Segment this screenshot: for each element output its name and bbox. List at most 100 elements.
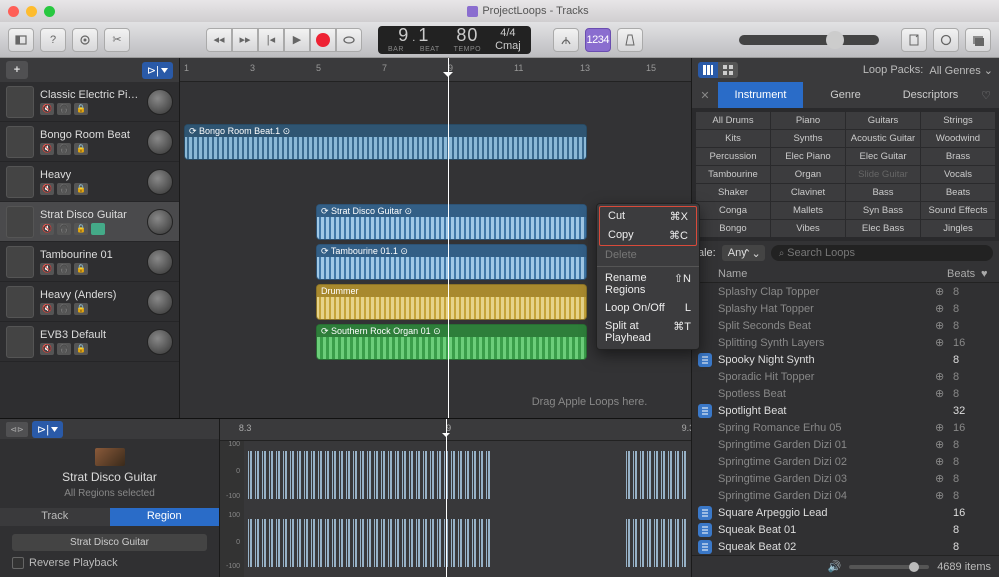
loop-category[interactable]: Elec Bass	[846, 220, 920, 237]
mute-button[interactable]: 🔇	[40, 103, 54, 115]
region[interactable]: ⟳ Strat Disco Guitar ⊙	[316, 204, 587, 240]
loop-category[interactable]: Acoustic Guitar	[846, 130, 920, 147]
loop-row[interactable]: Spring Romance Erhu 05 ⊕ 16	[692, 419, 999, 436]
volume-knob[interactable]	[147, 169, 173, 195]
loop-row[interactable]: Split Seconds Beat ⊕ 8	[692, 317, 999, 334]
loop-category[interactable]: Elec Piano	[771, 148, 845, 165]
download-icon[interactable]: ⊕	[935, 319, 947, 332]
column-view-icon[interactable]	[698, 62, 718, 78]
loop-category[interactable]: Sound Effects	[921, 202, 995, 219]
loop-category[interactable]: Bongo	[696, 220, 770, 237]
loop-category[interactable]: Vibes	[771, 220, 845, 237]
download-icon[interactable]: ⊕	[935, 302, 947, 315]
button-view-icon[interactable]	[718, 62, 738, 78]
loop-category[interactable]: Strings	[921, 112, 995, 129]
scale-select[interactable]: Any ⌃⌄	[722, 245, 765, 261]
loop-browser-tab[interactable]: Genre	[803, 82, 888, 108]
loop-category[interactable]: All Drums	[696, 112, 770, 129]
close-loops-button[interactable]: ✕	[692, 82, 718, 108]
loop-row[interactable]: Splashy Clap Topper ⊕ 8	[692, 283, 999, 300]
metronome-button[interactable]	[617, 28, 643, 52]
download-icon[interactable]: ⊕	[935, 472, 947, 485]
notepad-button[interactable]	[901, 28, 927, 52]
master-volume-slider[interactable]	[739, 35, 879, 45]
loop-col-beats[interactable]: Beats	[947, 268, 977, 280]
loop-category[interactable]: Organ	[771, 166, 845, 183]
download-icon[interactable]: ⊕	[935, 421, 947, 434]
loop-row[interactable]: Squeak Beat 02 8	[692, 538, 999, 555]
loop-row[interactable]: Springtime Garden Dizi 02 ⊕ 8	[692, 453, 999, 470]
loop-category[interactable]: Vocals	[921, 166, 995, 183]
mute-button[interactable]: 🔇	[40, 143, 54, 155]
media-browser-button[interactable]	[965, 28, 991, 52]
loop-category[interactable]: Tambourine	[696, 166, 770, 183]
track-header[interactable]: Classic Electric Piano 🔇 🎧 🔒	[0, 82, 179, 122]
editor-tab[interactable]: Track	[0, 508, 110, 526]
track-header[interactable]: Heavy 🔇 🎧 🔒	[0, 162, 179, 202]
mute-button[interactable]: 🔇	[40, 223, 54, 235]
loop-browser-tab[interactable]: Instrument	[718, 82, 803, 108]
loop-browser-tab[interactable]: Descriptors	[888, 82, 973, 108]
context-menu-item[interactable]: Split at Playhead⌘T	[597, 317, 699, 347]
lock-button[interactable]: 🔒	[74, 143, 88, 155]
input-monitor[interactable]	[91, 223, 105, 235]
loop-row[interactable]: Square Arpeggio Lead 16	[692, 504, 999, 521]
loop-category[interactable]: Mallets	[771, 202, 845, 219]
loop-row[interactable]: Splitting Synth Layers ⊕ 16	[692, 334, 999, 351]
region[interactable]: ⟳ Southern Rock Organ 01 ⊙	[316, 324, 587, 360]
minimize-window-icon[interactable]	[26, 6, 37, 17]
loop-category[interactable]: Piano	[771, 112, 845, 129]
play-button[interactable]: ▶	[284, 28, 310, 52]
reverse-playback-checkbox[interactable]: Reverse Playback	[12, 557, 207, 569]
loop-row[interactable]: Springtime Garden Dizi 04 ⊕ 8	[692, 487, 999, 504]
solo-button[interactable]: 🎧	[57, 343, 71, 355]
volume-knob[interactable]	[147, 289, 173, 315]
loop-view-segmented[interactable]	[698, 62, 738, 78]
loop-category[interactable]: Guitars	[846, 112, 920, 129]
loop-category[interactable]: Elec Guitar	[846, 148, 920, 165]
loop-row[interactable]: Spotlight Beat 32	[692, 402, 999, 419]
favorites-button[interactable]: ♡	[973, 82, 999, 108]
loop-row[interactable]: Springtime Garden Dizi 01 ⊕ 8	[692, 436, 999, 453]
track-filter-button[interactable]: ⊳|	[142, 62, 173, 79]
context-menu-item[interactable]: Cut⌘X	[600, 207, 696, 226]
record-button[interactable]	[310, 28, 336, 52]
close-window-icon[interactable]	[8, 6, 19, 17]
solo-button[interactable]: 🎧	[57, 223, 71, 235]
download-icon[interactable]: ⊕	[935, 455, 947, 468]
rewind-button[interactable]: ◂◂	[206, 28, 232, 52]
download-icon[interactable]: ⊕	[935, 370, 947, 383]
mute-button[interactable]: 🔇	[40, 343, 54, 355]
editor-view-button[interactable]: ⊲⊳	[6, 422, 28, 437]
loop-row[interactable]: Splashy Hat Topper ⊕ 8	[692, 300, 999, 317]
mute-button[interactable]: 🔇	[40, 303, 54, 315]
editor-filter-button[interactable]: ⊳|	[32, 421, 63, 438]
context-menu-item[interactable]: Loop On/OffL	[597, 299, 699, 317]
loop-preview-volume[interactable]	[849, 565, 929, 569]
context-menu-item[interactable]: Rename Regions⇧N	[597, 269, 699, 299]
track-header[interactable]: Tambourine 01 🔇 🎧 🔒	[0, 242, 179, 282]
download-icon[interactable]: ⊕	[935, 438, 947, 451]
loop-category[interactable]: Shaker	[696, 184, 770, 201]
region[interactable]: Drummer	[316, 284, 587, 320]
loop-category[interactable]: Woodwind	[921, 130, 995, 147]
mute-button[interactable]: 🔇	[40, 263, 54, 275]
lock-button[interactable]: 🔒	[74, 103, 88, 115]
loop-category[interactable]: Beats	[921, 184, 995, 201]
volume-knob[interactable]	[147, 209, 173, 235]
loop-row[interactable]: Spotless Beat ⊕ 8	[692, 385, 999, 402]
lock-button[interactable]: 🔒	[74, 183, 88, 195]
solo-button[interactable]: 🎧	[57, 183, 71, 195]
lcd-display[interactable]: 9 . 1BARBEAT 80TEMPO 4/4Cmaj	[378, 26, 531, 54]
lock-button[interactable]: 🔒	[74, 223, 88, 235]
library-button[interactable]	[8, 28, 34, 52]
forward-button[interactable]: ▸▸	[232, 28, 258, 52]
smart-controls-button[interactable]	[72, 28, 98, 52]
context-menu-item[interactable]: Copy⌘C	[600, 226, 696, 245]
track-header[interactable]: Strat Disco Guitar 🔇 🎧 🔒	[0, 202, 179, 242]
download-icon[interactable]: ⊕	[935, 336, 947, 349]
lock-button[interactable]: 🔒	[74, 263, 88, 275]
download-icon[interactable]: ⊕	[935, 285, 947, 298]
loop-row[interactable]: Sporadic Hit Topper ⊕ 8	[692, 368, 999, 385]
loop-row[interactable]: Springtime Garden Dizi 03 ⊕ 8	[692, 470, 999, 487]
